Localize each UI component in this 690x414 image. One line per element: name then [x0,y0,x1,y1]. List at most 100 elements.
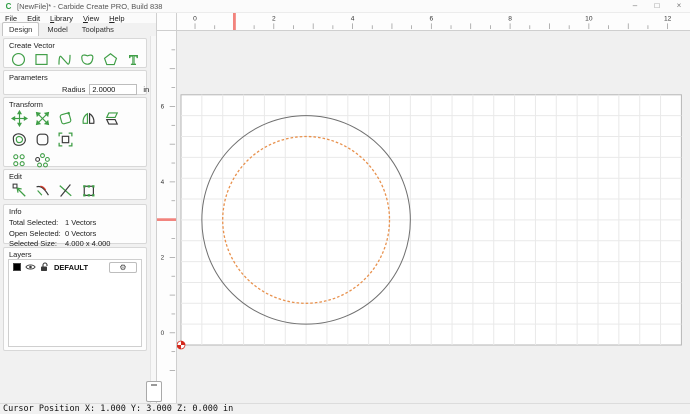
create-vector-title: Create Vector [9,41,55,50]
fillet-button[interactable] [32,131,52,148]
svg-text:8: 8 [508,16,512,23]
layer-name: DEFAULT [54,262,89,272]
ruler-corner [156,13,177,31]
scale-button[interactable] [32,110,52,127]
offset-icon [12,133,26,146]
closed-curve-icon [81,54,94,65]
linear-array-button[interactable] [9,152,29,169]
create-vector-section: Create Vector T [3,38,147,68]
skew-button[interactable] [101,110,121,127]
trim-icon [58,184,72,197]
fillet-icon [36,133,48,146]
layers-section: Layers DEFAULT ⚙ [3,247,147,351]
window-title: [NewFile]* - Carbide Create PRO, Build 8… [17,1,163,11]
grip-icon [151,384,157,386]
info-total-selected: Total Selected: 1 Vectors [4,218,146,229]
horizontal-ruler: 0 2 4 6 8 10 12 [177,13,690,31]
info-open-selected: Open Selected: 0 Vectors [4,229,146,240]
edit-section: Edit [3,169,147,200]
layer-color-swatch[interactable] [13,263,21,271]
cursor-y-marker [157,218,176,221]
app-logo-icon: C [5,1,12,11]
transform-title: Transform [9,100,43,109]
move-button[interactable] [9,110,29,127]
transform-section: Transform [3,97,147,169]
rectangle-icon [35,54,48,65]
layer-row[interactable]: DEFAULT ⚙ [9,260,141,274]
create-closed-curve-button[interactable] [77,51,97,68]
edit-nodes-icon [82,185,94,197]
menu-help[interactable]: Help [104,14,129,23]
create-circle-button[interactable] [9,51,29,68]
layers-title: Layers [9,250,32,259]
scale-icon [35,111,49,126]
svg-text:6: 6 [429,16,433,23]
tab-design[interactable]: Design [2,22,40,36]
close-button[interactable]: × [668,0,690,12]
svg-text:10: 10 [585,16,593,23]
offset-button[interactable] [9,131,29,148]
rotate-button[interactable] [55,110,75,127]
radius-label: Radius [62,85,86,94]
nest-button[interactable] [55,131,75,148]
svg-text:4: 4 [161,179,165,186]
origin-marker [177,340,186,350]
node-select-button[interactable] [9,182,29,199]
info-label: Total Selected: [9,218,59,227]
scroll-corner-widget[interactable] [146,381,162,402]
node-select-icon [12,183,26,197]
curve-edit-button[interactable] [32,182,52,199]
svg-text:0: 0 [161,330,165,337]
menu-library[interactable]: Library [45,14,78,23]
menu-view[interactable]: View [78,14,104,23]
create-text-button[interactable]: T [123,51,143,68]
rotate-icon [59,111,71,125]
circle-icon [12,52,26,67]
circular-array-button[interactable] [32,152,52,169]
edit-title: Edit [9,172,22,181]
create-polygon-button[interactable] [100,51,120,68]
mirror-button[interactable] [78,110,98,127]
curve-icon [58,54,71,65]
layer-visibility-icon[interactable] [25,263,36,271]
cursor-x-marker [232,13,236,30]
tab-toolpaths[interactable]: Toolpaths [76,23,120,36]
status-bar: Cursor Position X: 1.000 Y: 3.000 Z: 0.0… [0,403,690,414]
nest-icon [57,132,73,147]
layers-list: DEFAULT ⚙ [8,259,142,347]
info-value: 1 Vectors [65,218,97,227]
edit-nodes-button[interactable] [78,182,98,199]
application-window: C [NewFile]* - Carbide Create PRO, Build… [0,0,690,414]
svg-text:0: 0 [193,16,197,23]
info-value: 0 Vectors [65,228,97,238]
info-label: Open Selected: [9,228,61,238]
layer-lock-icon[interactable] [40,262,49,272]
minimize-button[interactable]: – [624,0,646,12]
title-bar: C [NewFile]* - Carbide Create PRO, Build… [0,0,690,13]
tab-model[interactable]: Model [41,23,73,36]
svg-text:4: 4 [351,16,355,23]
info-title: Info [9,207,22,216]
circular-array-icon [34,153,50,168]
create-rectangle-button[interactable] [32,51,52,68]
svg-text:12: 12 [664,16,672,23]
curve-edit-icon [35,185,49,196]
radius-input[interactable] [89,84,138,95]
svg-text:2: 2 [161,255,165,262]
design-canvas[interactable] [177,31,690,403]
layer-settings-button[interactable]: ⚙ [109,261,137,273]
svg-text:6: 6 [161,104,165,111]
text-icon: T [128,52,138,68]
parameters-section: Parameters Radius in [3,70,149,95]
mirror-icon [81,112,95,124]
svg-text:T: T [129,52,138,67]
create-curve-button[interactable] [55,51,75,68]
vertical-ruler: 6 4 2 0 [156,31,177,403]
trim-button[interactable] [55,182,75,199]
cursor-position-readout: Cursor Position X: 1.000 Y: 3.000 Z: 0.0… [3,404,234,414]
maximize-button[interactable]: □ [646,0,668,12]
polygon-icon [103,53,117,66]
design-sidebar: Create Vector T Parameters Radius 2.0000… [0,36,150,403]
mode-tabs: Design Model Toolpaths [0,22,156,36]
svg-text:2: 2 [272,16,276,23]
